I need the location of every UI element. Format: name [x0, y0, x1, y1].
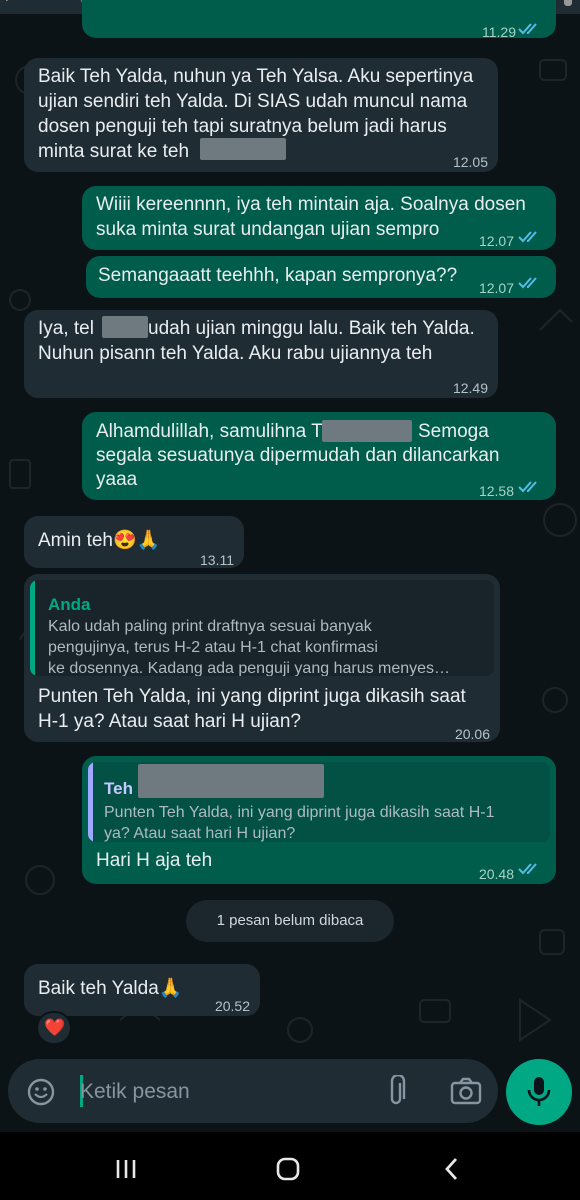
message-time: 11.29 — [482, 24, 516, 40]
message-bubble-in[interactable]: Iya, tel udah ujian minggu lalu. Baik te… — [24, 310, 498, 398]
message-line: Alhamdulillah, samulihna T — [96, 421, 323, 442]
message-line: Baik teh Yalda🙏 — [38, 978, 183, 999]
quote-line: pengujinya, terus H-2 atau H-1 chat konf… — [48, 639, 378, 656]
message-composer — [8, 1059, 498, 1123]
quote-sender-name: Teh — [104, 779, 133, 798]
message-line: Amin teh😍🙏 — [38, 530, 161, 551]
message-bubble-out[interactable]: Wiiii kereennnn, iya teh mintain aja. So… — [82, 186, 556, 250]
message-bubble-in[interactable]: Baik Teh Yalda, nuhun ya Teh Yalsa. Aku … — [24, 58, 498, 172]
message-time: 12.07 — [478, 233, 514, 249]
message-line: Wiiii kereennnn, iya teh mintain aja. So… — [96, 194, 526, 215]
message-line: Nuhun pisann teh Yalda. Aku rabu ujianny… — [38, 343, 433, 364]
redacted-name — [200, 138, 286, 160]
message-line: segala sesuatunya dipermudah dan dilanca… — [96, 445, 500, 466]
voice-record-button[interactable] — [506, 1059, 572, 1125]
message-line: Semoga — [418, 421, 489, 442]
redacted-name — [102, 316, 148, 338]
chat-screen: 11.29 Baik Teh Yalda, nuhun ya Teh Yalsa… — [0, 0, 580, 1200]
message-bubble-in[interactable]: Amin teh😍🙏 13.11 — [24, 516, 244, 568]
message-line: Punten Teh Yalda, ini yang diprint juga … — [38, 686, 466, 707]
message-line: udah ujian minggu lalu. Baik teh Yalda. — [148, 318, 475, 339]
reaction-badge[interactable]: ❤️ — [36, 1011, 72, 1045]
message-line: dosen penguji teh tapi suratnya belum ja… — [38, 116, 447, 137]
camera-icon[interactable] — [450, 1077, 482, 1105]
paperclip-icon[interactable] — [386, 1075, 410, 1109]
message-time: 20.06 — [454, 726, 490, 742]
message-line: ujian sendiri teh Yalda. Di SIAS udah mu… — [38, 91, 468, 112]
message-bubble-out[interactable]: Alhamdulillah, samulihna T Semoga segala… — [82, 412, 556, 500]
quote-line: ya? Atau saat hari H ujian? — [104, 825, 296, 842]
message-line: yaaa — [96, 469, 138, 490]
message-time: 20.48 — [478, 866, 514, 882]
quote-line: ke dosennya. Kadang ada penguji yang har… — [48, 660, 451, 676]
message-line: Semangaaatt teehhh, kapan sempronya?? — [98, 265, 458, 286]
home-icon[interactable] — [276, 1156, 302, 1182]
quoted-message[interactable]: Anda Kalo udah paling print draftnya ses… — [30, 580, 494, 676]
quote-line: Kalo udah paling print draftnya sesuai b… — [48, 618, 372, 635]
message-time: 12.07 — [478, 280, 514, 296]
message-bubble-in[interactable]: Anda Kalo udah paling print draftnya ses… — [24, 574, 500, 742]
message-line: Hari H aja teh — [96, 850, 213, 871]
message-time: 12.05 — [452, 154, 488, 170]
message-time: 13.11 — [200, 552, 234, 568]
message-bubble-out[interactable]: 11.29 — [82, 0, 556, 40]
recent-apps-icon[interactable] — [114, 1158, 138, 1180]
message-line: Baik Teh Yalda, nuhun ya Teh Yalsa. Aku … — [38, 66, 474, 87]
read-ticks-icon — [518, 863, 537, 875]
quote-bar — [88, 762, 93, 842]
message-bubble-out[interactable]: Semangaaatt teehhh, kapan sempronya?? 12… — [86, 256, 556, 298]
redacted-name — [322, 420, 412, 442]
quote-line: Punten Teh Yalda, ini yang diprint juga … — [104, 804, 495, 821]
message-time: 12.58 — [478, 483, 514, 499]
quote-sender-name: Anda — [48, 595, 91, 614]
message-line: Iya, tel — [38, 318, 94, 339]
read-ticks-icon — [518, 231, 537, 243]
quote-bar — [30, 580, 35, 676]
back-icon[interactable] — [442, 1156, 460, 1182]
message-line: H-1 ya? Atau saat hari H ujian? — [38, 711, 301, 732]
message-line: suka minta surat undangan ujian sempro — [96, 219, 440, 240]
redacted-name — [138, 764, 324, 798]
quoted-message[interactable]: Teh Punten Teh Yalda, ini yang diprint j… — [88, 762, 550, 842]
read-ticks-icon — [518, 23, 537, 35]
message-input[interactable] — [80, 1077, 360, 1107]
read-ticks-icon — [518, 481, 537, 493]
mic-icon — [527, 1077, 551, 1106]
message-bubble-in[interactable]: Baik teh Yalda🙏 20.52 — [24, 964, 260, 1016]
message-bubble-out[interactable]: Teh Punten Teh Yalda, ini yang diprint j… — [82, 756, 556, 884]
message-line: minta surat ke teh — [38, 141, 190, 162]
message-time: 20.52 — [214, 998, 250, 1014]
arrow-back-icon[interactable] — [2, 0, 20, 8]
unread-messages-divider: 1 pesan belum dibaca — [186, 900, 394, 942]
read-ticks-icon — [518, 277, 537, 289]
emoji-icon[interactable] — [26, 1077, 56, 1107]
menu-icon[interactable] — [564, 0, 572, 6]
heart-reaction-icon: ❤️ — [44, 1018, 66, 1037]
message-time: 12.49 — [452, 380, 488, 396]
system-navigation-bar — [0, 1132, 580, 1200]
